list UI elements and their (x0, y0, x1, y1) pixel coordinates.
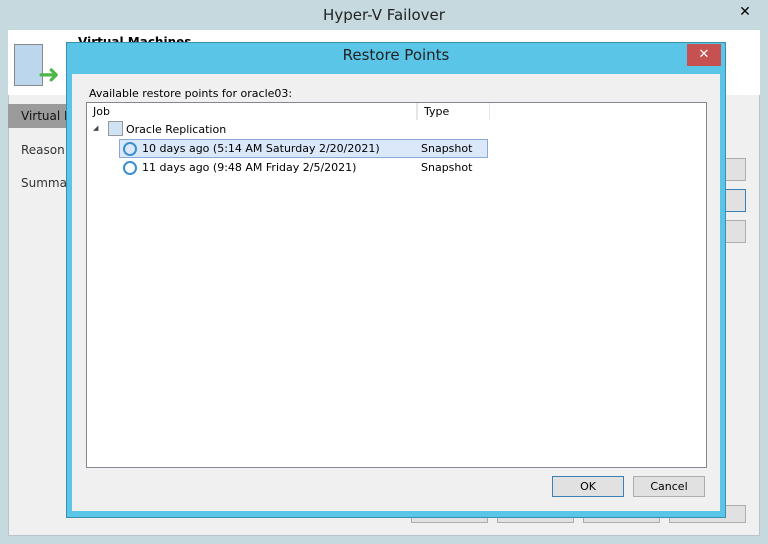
replication-job-icon (108, 121, 123, 136)
restore-point-row[interactable]: 11 days ago (9:48 AM Friday 2/5/2021) (142, 158, 356, 177)
window-close-button[interactable]: ✕ (729, 2, 761, 22)
restore-points-label: Available restore points for oracle03: (89, 87, 293, 100)
dialog-close-button[interactable]: ✕ (687, 44, 721, 66)
window-title: Hyper-V Failover (323, 6, 445, 24)
nav-summary[interactable]: Summary (8, 171, 68, 195)
restore-point-type: Snapshot (421, 161, 473, 174)
column-header-job[interactable]: Job (87, 103, 417, 120)
restore-point-icon (123, 142, 137, 156)
dialog-title: Restore Points (342, 46, 450, 64)
restore-point-type: Snapshot (421, 142, 473, 155)
nav-virtual-machines[interactable]: Virtual Machines (8, 104, 68, 128)
restore-point-icon (123, 161, 137, 175)
ok-button[interactable]: OK (552, 476, 624, 497)
expand-icon[interactable]: ◢ (93, 124, 98, 132)
job-name[interactable]: Oracle Replication (126, 120, 226, 139)
cancel-button[interactable]: Cancel (633, 476, 705, 497)
arrow-icon: ➜ (38, 60, 60, 90)
column-header-type[interactable]: Type (417, 103, 490, 120)
restore-point-row[interactable]: 10 days ago (5:14 AM Saturday 2/20/2021) (142, 139, 380, 158)
nav-reason[interactable]: Reason (8, 138, 68, 162)
